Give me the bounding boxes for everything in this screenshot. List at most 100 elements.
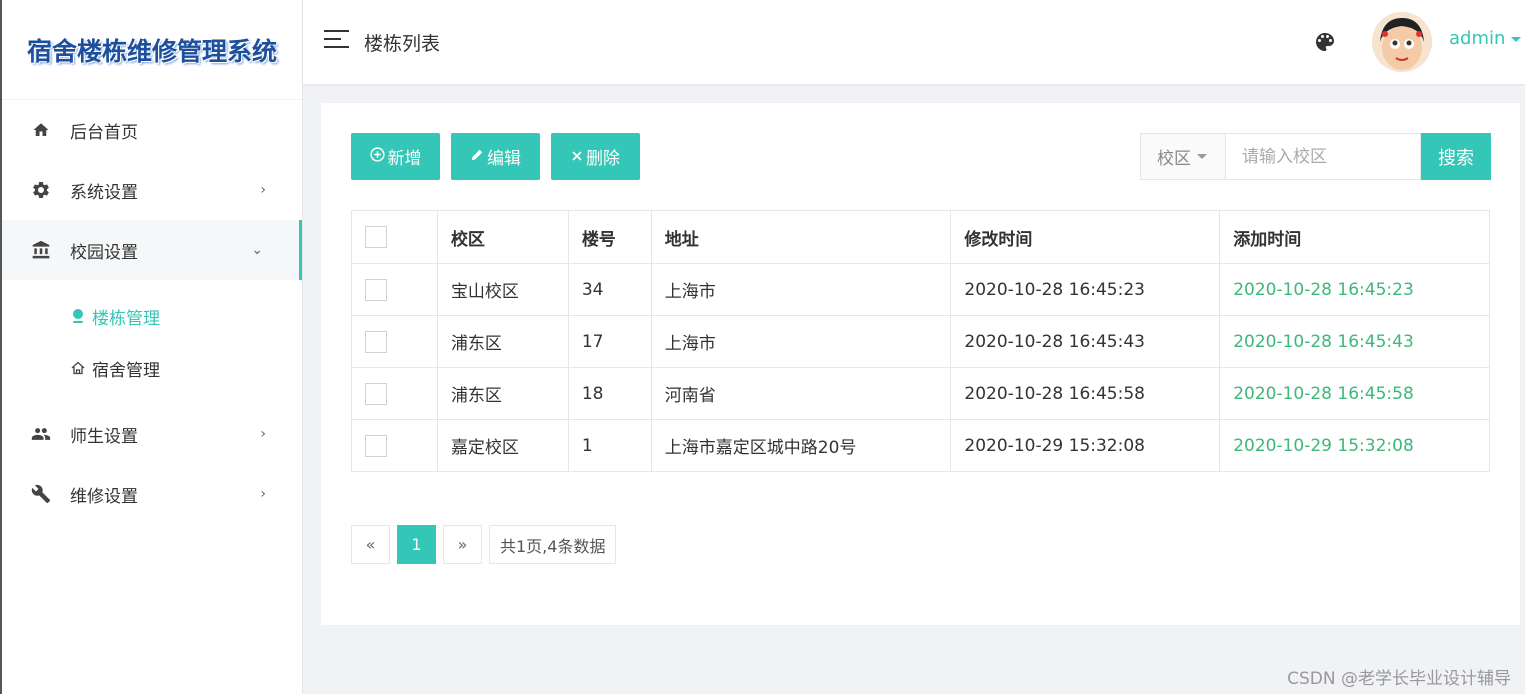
next-page-button[interactable]: » — [443, 525, 482, 564]
table-row[interactable]: 浦东区 17 上海市 2020-10-28 16:45:43 2020-10-2… — [351, 315, 1490, 368]
building-table: 校区 楼号 地址 修改时间 添加时间 宝山校区 34 上海市 2020-10-2… — [351, 210, 1490, 472]
cell-address: 河南省 — [650, 367, 952, 420]
row-checkbox[interactable] — [365, 278, 387, 301]
avatar[interactable] — [1372, 12, 1432, 72]
menu-toggle-icon[interactable] — [324, 30, 349, 52]
pagination: « 1 » 共1页,4条数据 — [351, 525, 623, 564]
chevron-down-icon: ⌄ — [251, 242, 263, 258]
sidebar-subitem-dorm-management[interactable]: 宿舍管理 — [2, 342, 302, 394]
column-header-added[interactable]: 添加时间 — [1219, 210, 1490, 264]
cell-modified: 2020-10-28 16:45:43 — [950, 315, 1221, 368]
sidebar-subitem-label: 楼栋管理 — [92, 308, 160, 329]
caret-down-icon — [1511, 36, 1522, 42]
cell-modified: 2020-10-29 15:32:08 — [950, 419, 1221, 472]
user-menu[interactable]: admin — [1449, 28, 1522, 49]
row-select-cell — [351, 315, 438, 368]
search-button[interactable]: 搜索 — [1421, 133, 1491, 180]
column-header-address[interactable]: 地址 — [650, 210, 952, 264]
bank-icon — [30, 239, 52, 261]
home-icon — [30, 119, 52, 141]
gear-icon — [30, 179, 52, 201]
cell-campus: 宝山校区 — [436, 263, 569, 316]
column-header-modified[interactable]: 修改时间 — [950, 210, 1221, 264]
sidebar-item-label: 后台首页 — [70, 122, 138, 143]
row-checkbox[interactable] — [365, 382, 387, 405]
cell-added: 2020-10-28 16:45:43 — [1219, 315, 1490, 368]
top-header: 楼栋列表 admin — [303, 0, 1525, 84]
caret-down-icon — [1197, 154, 1207, 159]
cell-campus: 浦东区 — [436, 367, 569, 420]
page-title: 楼栋列表 — [364, 33, 441, 55]
edit-button[interactable]: 编辑 — [451, 133, 540, 180]
delete-button[interactable]: 删除 — [551, 133, 640, 180]
sidebar: 宿舍楼栋维修管理系统 后台首页 系统设置 › 校园设置 ⌄ 楼栋管理 宿舍管理 … — [0, 0, 303, 694]
table-row[interactable]: 浦东区 18 河南省 2020-10-28 16:45:58 2020-10-2… — [351, 367, 1490, 420]
cell-number: 18 — [567, 367, 652, 420]
sidebar-item-label: 校园设置 — [70, 242, 138, 263]
search-group: 校区 搜索 — [1140, 133, 1491, 180]
select-all-cell — [351, 210, 438, 264]
pagination-info: 共1页,4条数据 — [489, 525, 617, 564]
sidebar-item-repair-settings[interactable]: 维修设置 › — [2, 464, 302, 524]
sidebar-item-label: 师生设置 — [70, 426, 138, 447]
row-select-cell — [351, 367, 438, 420]
app-logo: 宿舍楼栋维修管理系统 — [2, 0, 302, 100]
cell-added: 2020-10-29 15:32:08 — [1219, 419, 1490, 472]
sidebar-subitem-label: 宿舍管理 — [92, 360, 160, 381]
row-checkbox[interactable] — [365, 434, 387, 457]
add-button-label: 新增 — [387, 149, 422, 169]
watermark: CSDN @老学长毕业设计辅导 — [1287, 669, 1511, 689]
search-field-select[interactable]: 校区 — [1140, 133, 1226, 180]
cell-modified: 2020-10-28 16:45:23 — [950, 263, 1221, 316]
add-button[interactable]: 新增 — [351, 133, 440, 180]
sidebar-item-campus-settings[interactable]: 校园设置 ⌄ — [2, 220, 302, 280]
pencil-icon — [470, 147, 484, 166]
plus-circle-icon — [369, 147, 385, 166]
pin-icon — [70, 308, 86, 324]
house-icon — [70, 361, 86, 375]
edit-button-label: 编辑 — [487, 149, 521, 169]
row-select-cell — [351, 419, 438, 472]
close-icon — [571, 147, 583, 166]
wrench-icon — [30, 483, 52, 505]
chevron-right-icon: › — [260, 182, 266, 198]
search-field-label: 校区 — [1157, 149, 1191, 169]
app-logo-text: 宿舍楼栋维修管理系统 — [26, 36, 277, 66]
row-select-cell — [351, 263, 438, 316]
content-card: 新增 编辑 删除 校区 搜索 校区 楼号 地址 修改时间 — [321, 103, 1520, 625]
search-input[interactable] — [1226, 133, 1421, 180]
cell-number: 1 — [567, 419, 652, 472]
chevron-right-icon: › — [260, 486, 266, 502]
sidebar-subitem-building-management[interactable]: 楼栋管理 — [2, 290, 302, 342]
column-header-number[interactable]: 楼号 — [567, 210, 652, 264]
sidebar-item-label: 系统设置 — [70, 182, 138, 203]
cell-address: 上海市 — [650, 263, 952, 316]
sidebar-menu: 后台首页 系统设置 › 校园设置 ⌄ 楼栋管理 宿舍管理 师生设置 › 维修设置… — [2, 100, 302, 524]
row-checkbox[interactable] — [365, 330, 387, 353]
cell-number: 17 — [567, 315, 652, 368]
cell-campus: 嘉定校区 — [436, 419, 569, 472]
cell-added: 2020-10-28 16:45:58 — [1219, 367, 1490, 420]
cell-added: 2020-10-28 16:45:23 — [1219, 263, 1490, 316]
cell-campus: 浦东区 — [436, 315, 569, 368]
column-header-campus[interactable]: 校区 — [436, 210, 569, 264]
username: admin — [1449, 28, 1506, 49]
cell-modified: 2020-10-28 16:45:58 — [950, 367, 1221, 420]
sidebar-item-system-settings[interactable]: 系统设置 › — [2, 160, 302, 220]
palette-icon[interactable] — [1313, 30, 1337, 54]
table-row[interactable]: 嘉定校区 1 上海市嘉定区城中路20号 2020-10-29 15:32:08 … — [351, 419, 1490, 472]
sidebar-item-teacher-student-settings[interactable]: 师生设置 › — [2, 404, 302, 464]
page-button-current[interactable]: 1 — [397, 525, 436, 564]
select-all-checkbox[interactable] — [365, 226, 387, 248]
users-icon — [30, 423, 52, 445]
sidebar-item-dashboard[interactable]: 后台首页 — [2, 100, 302, 160]
sidebar-item-label: 维修设置 — [70, 486, 138, 507]
cell-number: 34 — [567, 263, 652, 316]
delete-button-label: 删除 — [586, 149, 620, 169]
table-header-row: 校区 楼号 地址 修改时间 添加时间 — [351, 210, 1490, 264]
chevron-right-icon: › — [260, 426, 266, 442]
prev-page-button[interactable]: « — [351, 525, 390, 564]
cell-address: 上海市嘉定区城中路20号 — [650, 419, 952, 472]
table-row[interactable]: 宝山校区 34 上海市 2020-10-28 16:45:23 2020-10-… — [351, 263, 1490, 316]
cell-address: 上海市 — [650, 315, 952, 368]
